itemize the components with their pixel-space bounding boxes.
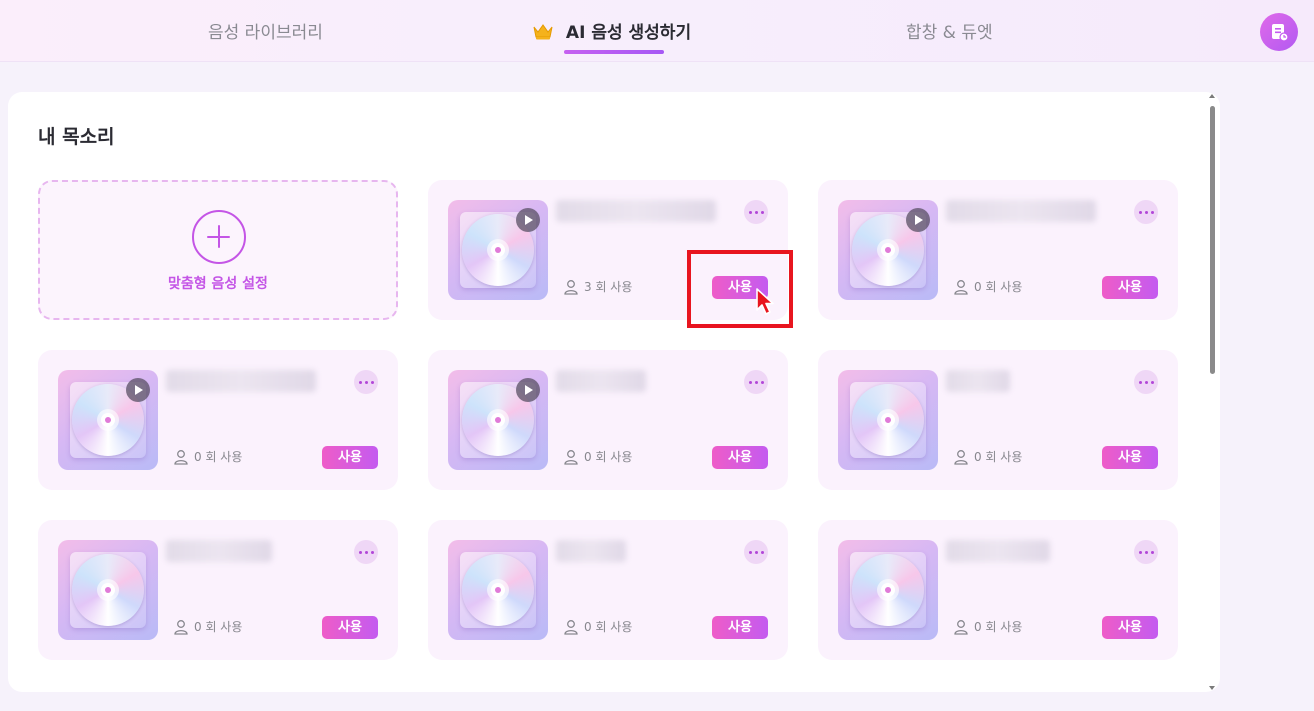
person-icon [564, 279, 578, 295]
voice-card: 0 회 사용 사용 [38, 520, 398, 660]
scrollbar[interactable] [1206, 94, 1218, 690]
use-button[interactable]: 사용 [322, 446, 378, 469]
tab-voice-library-label: 음성 라이브러리 [208, 23, 323, 43]
more-icon[interactable] [1134, 370, 1158, 394]
section-title: 내 목소리 [38, 126, 115, 148]
person-icon [954, 449, 968, 465]
tab-ai-voice-generate[interactable]: AI 음성 생성하기 [532, 18, 691, 43]
use-count: 0 회 사용 [564, 448, 632, 465]
use-count: 0 회 사용 [954, 278, 1022, 295]
plus-icon [192, 210, 246, 264]
use-button[interactable]: 사용 [1102, 446, 1158, 469]
use-count-text: 0 회 사용 [974, 620, 1023, 634]
person-icon [174, 449, 188, 465]
use-count: 0 회 사용 [174, 448, 242, 465]
voice-name-blurred [166, 540, 272, 562]
voice-card: 0 회 사용 사용 [428, 520, 788, 660]
use-count: 0 회 사용 [564, 618, 632, 635]
play-icon[interactable] [516, 208, 540, 232]
use-count-text: 0 회 사용 [584, 450, 633, 464]
use-count-text: 0 회 사용 [194, 620, 243, 634]
custom-voice-label: 맞춤형 음성 설정 [168, 276, 268, 292]
use-count: 0 회 사용 [954, 448, 1022, 465]
voice-name-blurred [946, 200, 1096, 222]
person-icon [174, 619, 188, 635]
use-count: 0 회 사용 [174, 618, 242, 635]
voice-card: 0 회 사용 사용 [38, 350, 398, 490]
voice-name-blurred [556, 540, 626, 562]
scroll-up-arrow[interactable] [1209, 94, 1215, 98]
use-button[interactable]: 사용 [712, 616, 768, 639]
use-count-text: 0 회 사용 [974, 450, 1023, 464]
play-icon[interactable] [516, 378, 540, 402]
top-navigation: 음성 라이브러리 AI 음성 생성하기 합창 & 듀엣 [0, 0, 1314, 62]
voice-thumbnail [448, 540, 548, 640]
crown-icon [533, 24, 553, 40]
person-icon [954, 619, 968, 635]
voice-card: 3 회 사용 사용 [428, 180, 788, 320]
tab-ai-voice-generate-label: AI 음성 생성하기 [565, 23, 692, 43]
use-count: 3 회 사용 [564, 278, 632, 295]
use-button[interactable]: 사용 [1102, 276, 1158, 299]
tab-voice-library[interactable]: 음성 라이브러리 [208, 18, 323, 43]
more-icon[interactable] [744, 370, 768, 394]
voice-card: 0 회 사용 사용 [428, 350, 788, 490]
voice-name-blurred [946, 370, 1010, 392]
person-icon [954, 279, 968, 295]
play-icon[interactable] [126, 378, 150, 402]
voice-card: 0 회 사용 사용 [818, 350, 1178, 490]
use-count: 0 회 사용 [954, 618, 1022, 635]
more-icon[interactable] [1134, 540, 1158, 564]
more-icon[interactable] [744, 540, 768, 564]
tab-chorus-duet[interactable]: 합창 & 듀엣 [906, 18, 993, 43]
voice-card: 0 회 사용 사용 [818, 180, 1178, 320]
active-tab-underline [564, 50, 664, 54]
voice-name-blurred [166, 370, 316, 392]
voice-thumbnail [838, 370, 938, 470]
scroll-down-arrow[interactable] [1209, 686, 1215, 690]
use-count-text: 0 회 사용 [974, 280, 1023, 294]
person-icon [564, 449, 578, 465]
use-count-text: 0 회 사용 [194, 450, 243, 464]
more-icon[interactable] [744, 200, 768, 224]
person-icon [564, 619, 578, 635]
more-icon[interactable] [354, 540, 378, 564]
voice-thumbnail [58, 540, 158, 640]
voice-name-blurred [946, 540, 1050, 562]
tab-chorus-duet-label: 합창 & 듀엣 [906, 23, 993, 43]
voice-thumbnail [838, 540, 938, 640]
custom-voice-card[interactable]: 맞춤형 음성 설정 [38, 180, 398, 320]
voice-name-blurred [556, 370, 646, 392]
use-button[interactable]: 사용 [1102, 616, 1158, 639]
voice-name-blurred [556, 200, 716, 222]
play-icon[interactable] [906, 208, 930, 232]
use-button[interactable]: 사용 [322, 616, 378, 639]
use-count-text: 0 회 사용 [584, 620, 633, 634]
voice-card: 0 회 사용 사용 [818, 520, 1178, 660]
use-button[interactable]: 사용 [712, 276, 768, 299]
use-button[interactable]: 사용 [712, 446, 768, 469]
use-count-text: 3 회 사용 [584, 280, 633, 294]
more-icon[interactable] [1134, 200, 1158, 224]
more-icon[interactable] [354, 370, 378, 394]
profile-list-icon [1272, 24, 1289, 42]
scrollbar-thumb[interactable] [1210, 106, 1215, 374]
profile-button[interactable] [1260, 13, 1298, 51]
